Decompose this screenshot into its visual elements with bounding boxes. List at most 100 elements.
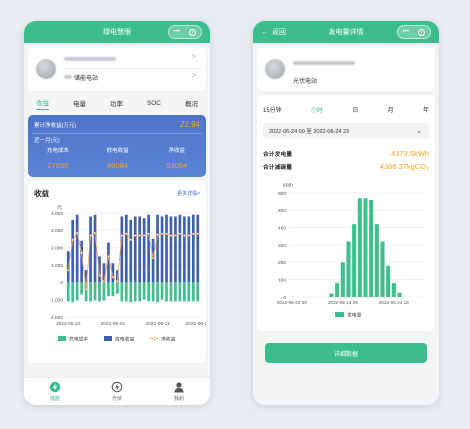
station-header: 光伏电站	[257, 47, 435, 91]
more-icon[interactable]: •••	[174, 29, 180, 35]
generation-bar	[352, 224, 357, 297]
tab-soc[interactable]: SOC	[147, 100, 161, 107]
tab-energy[interactable]: 电量	[73, 98, 86, 108]
tab-income[interactable]: 收益	[35, 97, 49, 110]
net-income-point	[116, 280, 119, 283]
generation-bar	[357, 198, 362, 297]
y-tick-label: 600	[278, 191, 286, 197]
discharge-bar	[75, 214, 79, 283]
discharge-bar	[191, 214, 195, 283]
detail-data-button[interactable]: 详细数据	[265, 343, 427, 363]
profile-icon	[174, 382, 184, 393]
tab-month[interactable]: 月	[388, 105, 394, 114]
tab-year[interactable]: 年	[423, 105, 429, 114]
tab-overview[interactable]: 概况	[185, 98, 198, 108]
generation-bar	[386, 265, 391, 297]
x-tick-label: 2022-05-22	[56, 321, 81, 327]
nav-item-solar[interactable]: 光伏	[111, 381, 123, 402]
station-name: 储能电站	[74, 76, 99, 82]
tab-hour[interactable]: 小时	[311, 105, 323, 114]
legend-swatch	[104, 336, 112, 341]
charge-bar	[142, 282, 146, 300]
nav-item-profile[interactable]: 我的	[173, 381, 185, 402]
y-axis-unit: 元	[57, 205, 62, 211]
discharge-bar	[151, 239, 155, 283]
charge-bar	[107, 282, 110, 297]
generation-bar	[380, 241, 385, 297]
charge-bar	[147, 282, 150, 302]
charge-bar	[169, 282, 173, 302]
chevron-down-icon[interactable]: ⌄	[416, 127, 422, 135]
generation-bar	[397, 292, 402, 297]
back-button[interactable]: ← 返回	[261, 21, 286, 43]
x-tick-label: 2022-06-11	[145, 321, 170, 327]
y-tick-label: 500	[278, 208, 286, 214]
close-mini-program-icon[interactable]	[189, 28, 197, 36]
date-range-select[interactable]: 2022-06-24 00 至 2022-06-24 23 ⌄	[263, 123, 429, 139]
x-tick-label: 2022-06-24 18	[379, 300, 409, 305]
charge-bar	[71, 282, 75, 303]
storage-screen: 绿电慧眼 ••• > 储能电站 > 收益 电量 功率 SOC 概况 累计净收益(…	[24, 21, 210, 405]
menu-capsule[interactable]: •••	[168, 25, 202, 39]
chevron-right-icon[interactable]: >	[191, 52, 196, 61]
nav-item-storage[interactable]: 储能	[49, 381, 61, 402]
net-income-point	[102, 280, 106, 283]
charge-bar	[120, 282, 124, 302]
total-reduction-value: 4366.37kgCO₂	[379, 162, 429, 171]
station-selector[interactable]: > 储能电站 >	[28, 47, 206, 91]
charge-bar	[191, 282, 195, 302]
discharge-bar	[71, 219, 75, 283]
y-tick-label: 0	[60, 280, 63, 286]
net-income-point	[76, 231, 79, 235]
nav-label: 我的	[173, 396, 184, 402]
chevron-right-icon[interactable]: >	[191, 71, 196, 80]
back-label[interactable]: 返回	[272, 27, 286, 37]
generation-card: 15分钟 小时 日 月 年 2022-06-24 00 至 2022-06-24…	[257, 95, 435, 331]
net-income-point	[89, 234, 92, 237]
nav-label: 光伏	[111, 396, 122, 402]
y-tick-label: -2,000	[49, 315, 63, 321]
charge-bar	[93, 282, 97, 301]
discharge-income-stat: 放电收益 80084	[107, 146, 129, 170]
nav-bar: ← 返回 发电量详情 •••	[253, 21, 439, 43]
generation-detail-screen: ← 返回 发电量详情 ••• 光伏电站 15分钟 小时 日 月 年 2022-0…	[253, 21, 439, 405]
tab-15min[interactable]: 15分钟	[263, 105, 282, 114]
y-tick-label: 3,000	[51, 228, 63, 234]
net-income-point	[174, 234, 177, 237]
discharge-bar	[129, 219, 133, 283]
menu-capsule[interactable]: •••	[397, 25, 431, 39]
back-arrow-icon[interactable]: ←	[261, 29, 268, 36]
charge-bar	[133, 282, 137, 302]
net-income-point	[71, 238, 74, 242]
close-mini-program-icon[interactable]	[418, 28, 426, 36]
discharge-bar	[120, 216, 124, 283]
net-income-line	[67, 231, 198, 290]
bottom-nav: 储能 光伏 我的	[24, 377, 210, 405]
tab-power[interactable]: 功率	[110, 98, 123, 108]
charge-bar	[165, 282, 168, 302]
charge-bar	[138, 282, 142, 302]
net-income-point	[192, 232, 195, 235]
net-income-point	[120, 234, 123, 237]
more-details-link[interactable]: 更多详情>	[177, 190, 200, 197]
charge-bar	[129, 282, 133, 303]
nav-title: 发电量详情	[328, 29, 364, 36]
generation-bar	[374, 224, 379, 297]
charge-bar	[178, 282, 182, 302]
income-chart: 元4,0003,0002,0001,0000-1,000-2,0002022-0…	[49, 205, 206, 343]
y-tick-label: 1,000	[51, 263, 63, 269]
x-tick-label: 2022-06-21	[185, 321, 206, 327]
blurred-prefix	[64, 75, 72, 79]
total-reduction-label: 合计减碳量	[263, 165, 292, 171]
more-icon[interactable]: •••	[403, 29, 409, 35]
net-income-point	[134, 234, 137, 237]
charge-bar	[111, 282, 115, 297]
charge-bar	[102, 282, 106, 301]
avatar	[265, 59, 285, 79]
discharge-bar	[142, 218, 146, 283]
divider	[32, 133, 202, 134]
discharge-bar	[169, 216, 173, 283]
charge-bar	[66, 282, 70, 302]
tab-day[interactable]: 日	[352, 105, 358, 114]
total-generation-label: 合计发电量	[263, 152, 292, 158]
